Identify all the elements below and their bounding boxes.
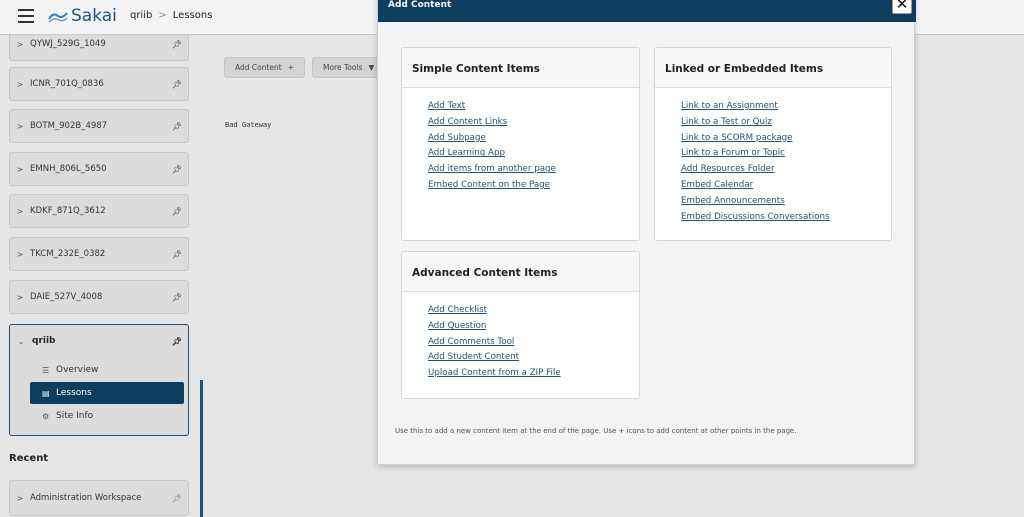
close-icon[interactable]: ✕ <box>892 0 912 14</box>
card-heading: Advanced Content Items <box>402 252 639 292</box>
link-forum-topic[interactable]: Link to a Forum or Topic <box>681 146 891 162</box>
sakai-wave-icon <box>48 12 68 23</box>
link-add-learning-app[interactable]: Add Learning App <box>428 146 639 162</box>
site-label: QYWJ_529G_1049 <box>30 39 106 49</box>
error-message: Bad Gateway <box>225 121 272 129</box>
site-label: KDKF_871Q_3612 <box>30 206 106 216</box>
sidebar-site-item[interactable]: > BOTM_902B_4987 📌︎ <box>9 109 189 143</box>
chevron-right-icon: > <box>16 206 24 216</box>
sidebar-site-item[interactable]: > TKCM_232E_0382 📌︎ <box>9 237 189 271</box>
sidebar-site-item[interactable]: > KDKF_871Q_3612 📌︎ <box>9 194 189 228</box>
link-add-student-content[interactable]: Add Student Content <box>428 350 639 366</box>
site-label: ICNR_701Q_0836 <box>30 79 104 89</box>
link-upload-zip[interactable]: Upload Content from a ZIP File <box>428 366 639 382</box>
dialog-header: Add Content ✕ <box>378 0 916 22</box>
simple-content-card: Simple Content Items Add Text Add Conten… <box>401 47 640 241</box>
card-heading: Simple Content Items <box>402 48 639 88</box>
more-tools-button[interactable]: More Tools ▼ <box>312 57 386 78</box>
link-resources-folder[interactable]: Add Resources Folder <box>681 162 891 178</box>
dialog-hint: Use this to add a new content item at th… <box>395 427 797 435</box>
chevron-right-icon: > <box>16 493 24 503</box>
link-scorm[interactable]: Link to a SCORM package <box>681 131 891 147</box>
link-assignment[interactable]: Link to an Assignment <box>681 99 891 115</box>
link-embed-content[interactable]: Embed Content on the Page <box>428 178 639 194</box>
sidebar-site-item[interactable]: > EMNH_806L_5650 📌︎ <box>9 152 189 186</box>
link-add-checklist[interactable]: Add Checklist <box>428 303 639 319</box>
sidebar-site-item[interactable]: > QYWJ_529G_1049 📌︎ <box>9 35 189 61</box>
sidebar-scrollbar[interactable] <box>200 380 203 517</box>
recent-heading: Recent <box>9 453 49 464</box>
sidebar-tool-lessons[interactable]: ▤ Lessons <box>30 382 184 404</box>
tool-label: Overview <box>56 365 99 375</box>
site-label: TKCM_232E_0382 <box>30 249 106 259</box>
card-heading: Linked or Embedded Items <box>655 48 891 88</box>
link-add-comments-tool[interactable]: Add Comments Tool <box>428 335 639 351</box>
tool-label: Lessons <box>56 388 92 398</box>
add-content-button[interactable]: Add Content + <box>224 57 306 78</box>
chevron-right-icon: > <box>16 79 24 89</box>
recent-site-item[interactable]: > Administration Workspace 📌︎ <box>9 480 189 516</box>
more-tools-label: More Tools <box>323 63 363 72</box>
site-label: qriib <box>32 336 56 346</box>
chevron-right-icon: > <box>16 39 24 49</box>
pin-icon[interactable]: 📌︎ <box>166 293 188 302</box>
breadcrumb-separator: > <box>158 10 167 21</box>
advanced-content-card: Advanced Content Items Add Checklist Add… <box>401 251 640 399</box>
link-add-content-links[interactable]: Add Content Links <box>428 115 639 131</box>
pin-icon[interactable]: 📌︎ <box>166 494 188 503</box>
sidebar-tool-site-info[interactable]: ⚙ Site Info <box>30 405 184 427</box>
site-label: Administration Workspace <box>30 492 142 503</box>
chevron-down-icon: ▼ <box>368 63 375 72</box>
link-add-items-from-page[interactable]: Add items from another page <box>428 162 639 178</box>
add-content-dialog: Add Content ✕ Simple Content Items Add T… <box>377 0 916 465</box>
pin-icon[interactable]: 📌︎ <box>166 40 188 49</box>
breadcrumb-tool[interactable]: Lessons <box>173 10 213 21</box>
dialog-title: Add Content <box>388 0 452 10</box>
chevron-right-icon: > <box>16 249 24 259</box>
pin-icon[interactable]: 📌︎ <box>166 337 188 346</box>
menu-icon[interactable] <box>18 9 34 23</box>
add-content-label: Add Content <box>235 63 282 72</box>
site-label: DAIE_527V_4008 <box>30 292 103 302</box>
site-label: BOTM_902B_4987 <box>30 121 108 131</box>
sidebar-tool-overview[interactable]: ☰ Overview <box>30 359 184 381</box>
sidebar: > QYWJ_529G_1049 📌︎ > ICNR_701Q_0836 📌︎ … <box>0 35 202 517</box>
linked-content-card: Linked or Embedded Items Link to an Assi… <box>654 47 892 241</box>
site-label: EMNH_806L_5650 <box>30 164 107 174</box>
link-add-text[interactable]: Add Text <box>428 99 639 115</box>
link-embed-announcements[interactable]: Embed Announcements <box>681 194 891 210</box>
pin-icon[interactable]: 📌︎ <box>166 250 188 259</box>
plus-icon: + <box>287 63 295 72</box>
linked-content-list: Link to an Assignment Link to a Test or … <box>655 88 891 225</box>
tool-label: Site Info <box>56 411 94 421</box>
simple-content-list: Add Text Add Content Links Add Subpage A… <box>402 88 639 194</box>
list-icon: ☰ <box>42 365 50 375</box>
sidebar-site-header[interactable]: ⌄ qriib 📌︎ <box>10 325 188 357</box>
sidebar-site-item[interactable]: > DAIE_527V_4008 📌︎ <box>9 280 189 314</box>
pin-icon[interactable]: 📌︎ <box>166 80 188 89</box>
pin-icon[interactable]: 📌︎ <box>166 122 188 131</box>
link-test-quiz[interactable]: Link to a Test or Quiz <box>681 115 891 131</box>
pin-icon[interactable]: 📌︎ <box>166 165 188 174</box>
pin-icon[interactable]: 📌︎ <box>166 207 188 216</box>
gear-icon: ⚙ <box>42 411 50 421</box>
link-embed-calendar[interactable]: Embed Calendar <box>681 178 891 194</box>
link-embed-discussions[interactable]: Embed Discussions Conversations <box>681 210 891 226</box>
chevron-right-icon: > <box>16 121 24 131</box>
sakai-logo[interactable]: Sakai <box>48 4 117 28</box>
breadcrumb-site[interactable]: qriib <box>130 10 152 21</box>
chevron-right-icon: > <box>16 292 24 302</box>
link-add-subpage[interactable]: Add Subpage <box>428 131 639 147</box>
sidebar-site-expanded: ⌄ qriib 📌︎ ☰ Overview ▤ Lessons ⚙ Site I… <box>9 324 189 436</box>
chevron-down-icon: ⌄ <box>17 336 25 346</box>
sidebar-site-item[interactable]: > ICNR_701Q_0836 📌︎ <box>9 67 189 101</box>
breadcrumb: qriib > Lessons <box>130 10 212 21</box>
document-icon: ▤ <box>42 388 50 398</box>
logo-text: Sakai <box>71 6 117 26</box>
link-add-question[interactable]: Add Question <box>428 319 639 335</box>
chevron-right-icon: > <box>16 164 24 174</box>
advanced-content-list: Add Checklist Add Question Add Comments … <box>402 292 639 382</box>
